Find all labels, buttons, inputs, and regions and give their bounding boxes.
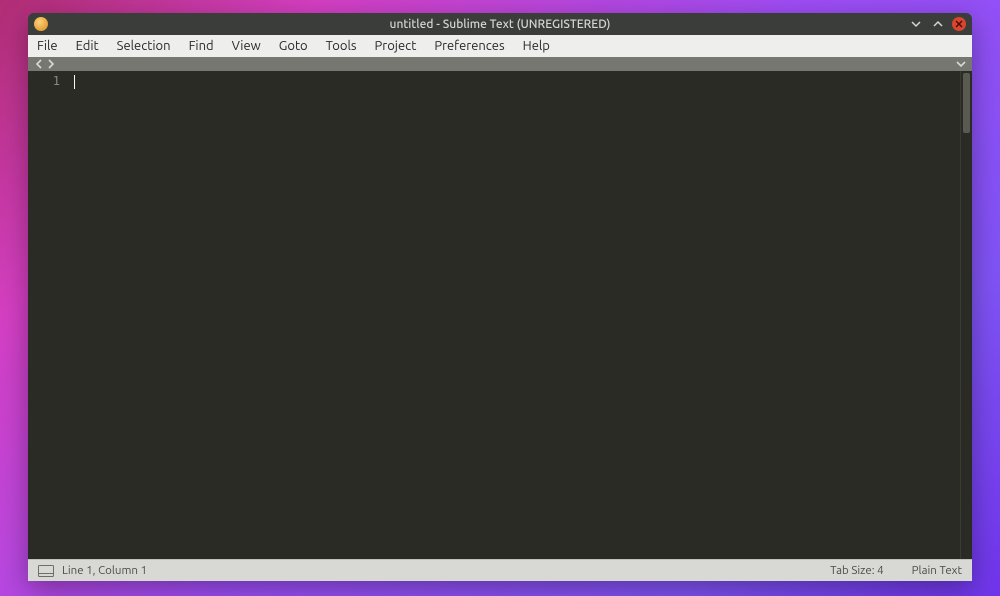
- close-button[interactable]: [952, 17, 966, 31]
- app-icon: [34, 17, 48, 31]
- app-window: untitled - Sublime Text (UNREGISTERED) F…: [28, 13, 972, 581]
- line-gutter: 1: [28, 71, 70, 559]
- titlebar[interactable]: untitled - Sublime Text (UNREGISTERED): [28, 13, 972, 35]
- tab-bar: [28, 57, 972, 71]
- minimize-button[interactable]: [908, 16, 924, 32]
- window-controls: [908, 16, 966, 32]
- status-syntax[interactable]: Plain Text: [912, 564, 962, 577]
- panel-switcher-icon[interactable]: [38, 565, 54, 577]
- menu-selection[interactable]: Selection: [108, 35, 180, 57]
- status-bar: Line 1, Column 1 Tab Size: 4 Plain Text: [28, 559, 972, 581]
- tab-prev-icon[interactable]: [34, 59, 44, 69]
- menu-project[interactable]: Project: [366, 35, 426, 57]
- menu-preferences[interactable]: Preferences: [425, 35, 513, 57]
- menubar: File Edit Selection Find View Goto Tools…: [28, 35, 972, 57]
- text-editor[interactable]: [70, 71, 960, 559]
- menu-goto[interactable]: Goto: [270, 35, 317, 57]
- tab-overflow-icon[interactable]: [956, 59, 966, 69]
- gutter-line-number: 1: [28, 74, 60, 88]
- tab-next-icon[interactable]: [46, 59, 56, 69]
- text-cursor: [74, 75, 75, 89]
- vertical-scrollbar[interactable]: [960, 71, 972, 559]
- menu-file[interactable]: File: [28, 35, 67, 57]
- menu-help[interactable]: Help: [514, 35, 559, 57]
- menu-edit[interactable]: Edit: [67, 35, 108, 57]
- editor-area: 1: [28, 71, 972, 559]
- window-title: untitled - Sublime Text (UNREGISTERED): [390, 18, 611, 31]
- menu-tools[interactable]: Tools: [317, 35, 366, 57]
- status-tab-size[interactable]: Tab Size: 4: [830, 564, 884, 577]
- scrollbar-thumb[interactable]: [963, 73, 970, 133]
- menu-view[interactable]: View: [223, 35, 270, 57]
- menu-find[interactable]: Find: [180, 35, 223, 57]
- status-position[interactable]: Line 1, Column 1: [62, 564, 147, 577]
- maximize-button[interactable]: [930, 16, 946, 32]
